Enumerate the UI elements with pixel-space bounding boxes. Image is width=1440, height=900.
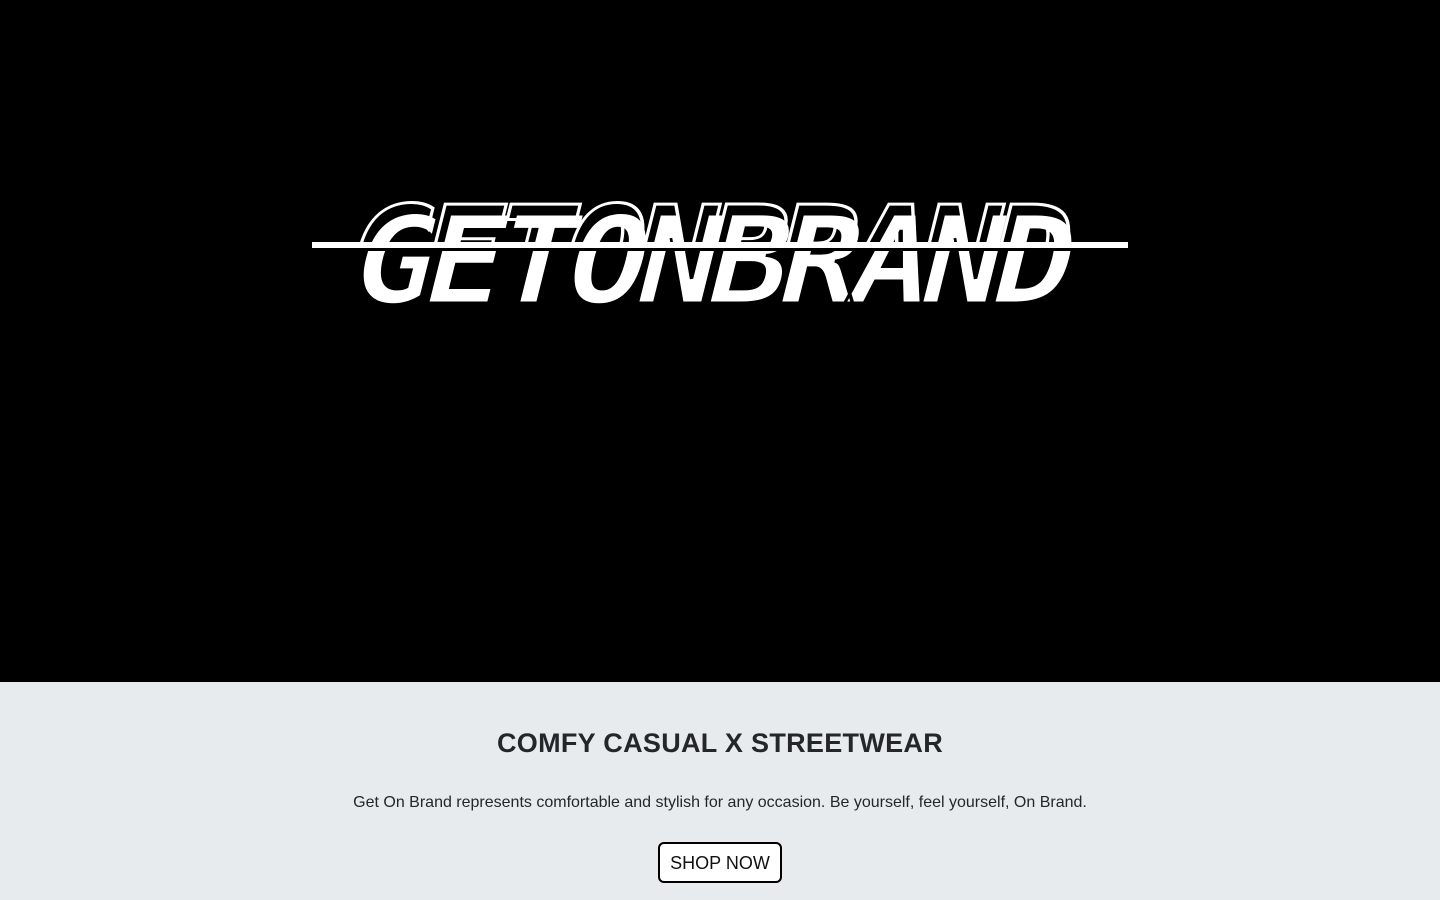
- brand-description: Get On Brand represents comfortable and …: [353, 794, 1087, 811]
- shop-now-button[interactable]: SHOP NOW: [658, 842, 782, 883]
- tagline-heading: COMFY CASUAL X STREETWEAR: [496, 728, 944, 758]
- brand-logo: GETONBRAND GETONBRAND: [300, 185, 1140, 325]
- hero-banner: GETONBRAND GETONBRAND: [0, 0, 1440, 682]
